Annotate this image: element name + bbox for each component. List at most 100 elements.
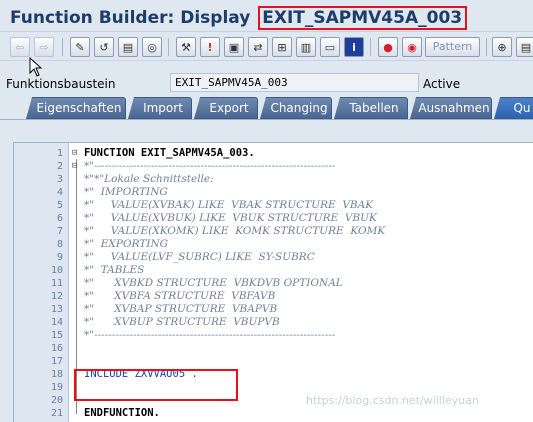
code-text[interactable]: *" TABLES <box>84 264 144 277</box>
check-icon: ⚒ <box>181 40 191 54</box>
function-module-field[interactable]: EXIT_SAPMV45A_003 <box>170 73 419 92</box>
code-line: 10 *" TABLES <box>14 264 533 277</box>
breakpoint-external-icon: ◉ <box>407 40 417 54</box>
test-icon: ▣ <box>228 40 240 54</box>
code-line: 11 *" XVBKD STRUCTURE VBKDVB OPTIONAL <box>14 277 533 290</box>
line-number: 9 <box>56 252 63 263</box>
test-button[interactable]: ▣ <box>224 37 244 57</box>
where-used-list-button[interactable]: ⇄ <box>248 37 268 57</box>
active-inactive-icon: ↺ <box>99 40 109 54</box>
function-module-label: Funktionsbaustein <box>6 77 116 91</box>
line-number: 18 <box>50 369 63 380</box>
tab-eigenschaften[interactable]: Eigenschaften <box>26 97 126 119</box>
tab-export[interactable]: Export <box>194 97 258 119</box>
code-text[interactable]: FUNCTION EXIT_SAPMV45A_003. <box>84 147 255 160</box>
line-number: 16 <box>50 343 63 354</box>
code-line: 4 *" IMPORTING <box>14 186 533 199</box>
display-change-button[interactable]: ✎ <box>70 37 90 57</box>
code-text[interactable]: *" XVBUP STRUCTURE VBUPVB <box>84 316 280 329</box>
line-number: 21 <box>50 408 63 419</box>
line-number: 20 <box>50 395 63 406</box>
code-text[interactable]: *"--------------------------------------… <box>84 329 335 342</box>
more-icon: ⊕ <box>497 40 507 54</box>
line-number: 15 <box>50 330 63 341</box>
code-line: 7 *" VALUE(XKOMK) LIKE KOMK STRUCTURE KOM… <box>14 225 533 238</box>
include-highlight <box>74 369 238 401</box>
code-text[interactable]: *"*"Lokale Schnittstelle: <box>84 173 214 186</box>
hierarchy-icon: ⊞ <box>277 40 287 54</box>
object-list-icon: ▤ <box>122 40 134 54</box>
code-text[interactable]: *" XVBAP STRUCTURE VBAPVB <box>84 303 277 316</box>
code-text[interactable]: *" VALUE(LVF_SUBRC) LIKE SY-SUBRC <box>84 251 315 264</box>
title-prefix: Function Builder: Display <box>10 8 251 28</box>
code-text[interactable]: *" VALUE(XVBAK) LIKE VBAK STRUCTURE VBAK <box>84 199 373 212</box>
code-line: 5 *" VALUE(XVBAK) LIKE VBAK STRUCTURE VBA… <box>14 199 533 212</box>
breakpoint-external-button[interactable]: ◉ <box>402 37 422 57</box>
title-bar: Function Builder: Display EXIT_SAPMV45A_… <box>0 0 533 30</box>
active-inactive-button[interactable]: ↺ <box>94 37 114 57</box>
editor-frame: 1 ⊟ FUNCTION EXIT_SAPMV45A_003. 2 ⊟ *"-------… <box>0 119 533 422</box>
code-text[interactable]: ENDFUNCTION. <box>84 407 160 420</box>
code-text[interactable]: *" IMPORTING <box>84 186 168 199</box>
breakpoint-icon: ● <box>383 40 393 54</box>
print-button[interactable]: ▥ <box>296 37 316 57</box>
line-number: 12 <box>50 291 63 302</box>
line-number: 4 <box>56 187 63 198</box>
status-text: Active <box>423 77 461 91</box>
pattern-button[interactable]: Pattern <box>425 37 480 57</box>
activate-button[interactable]: ! <box>200 37 220 57</box>
line-number: 11 <box>50 278 63 289</box>
more-button[interactable]: ⊕ <box>492 37 512 57</box>
code-text[interactable]: *" XVBFA STRUCTURE VBFAVB <box>84 290 275 303</box>
fold-marker-icon[interactable]: ⊟ <box>72 160 80 173</box>
code-text[interactable]: *" VALUE(XKOMK) LIKE KOMK STRUCTURE KOMK <box>84 225 385 238</box>
check-button[interactable]: ⚒ <box>176 37 196 57</box>
line-number: 6 <box>56 213 63 224</box>
code-text[interactable]: *" XVBKD STRUCTURE VBKDVB OPTIONAL <box>84 277 343 290</box>
display-object-icon: ▭ <box>324 40 336 54</box>
code-text[interactable]: *"--------------------------------------… <box>84 160 335 173</box>
code-text[interactable]: *" EXPORTING <box>84 238 168 251</box>
display-object-button[interactable]: ▭ <box>320 37 340 57</box>
application-toolbar: ⇦ ⇨ ✎ ↺ ▤ ◎ ⚒! ▣ ⇄ ⊞ ▥ ▭ i ● ◉ ⊕ ▤ Pattern <box>0 31 533 61</box>
breakpoint-button[interactable]: ● <box>378 37 398 57</box>
window-title: Function Builder: Display EXIT_SAPMV45A_… <box>10 6 468 30</box>
toolbar-separator <box>62 38 63 56</box>
code-line: 12 *" XVBFA STRUCTURE VBFAVB <box>14 290 533 303</box>
where-used-button[interactable]: ◎ <box>142 37 162 57</box>
tab-qu[interactable]: Qu <box>494 97 533 119</box>
tab-import[interactable]: Import <box>128 97 192 119</box>
tab-ausnahmen[interactable]: Ausnahmen <box>410 97 492 119</box>
more-2-button[interactable]: ▤ <box>516 37 533 57</box>
code-line: 15 *"------------------------------------… <box>14 329 533 342</box>
line-number: 8 <box>56 239 63 250</box>
info-icon: i <box>352 40 356 54</box>
title-function-name: EXIT_SAPMV45A_003 <box>262 8 463 28</box>
back-arrow-button[interactable]: ⇦ <box>10 37 30 57</box>
tab-changing[interactable]: Changing <box>260 97 332 119</box>
hierarchy-button[interactable]: ⊞ <box>272 37 292 57</box>
toolbar-separator <box>486 38 487 56</box>
line-number: 13 <box>50 304 63 315</box>
fold-marker-icon[interactable]: ⊟ <box>72 147 80 160</box>
tab-strip: Eigenschaften Import Export Changing Tabelle… <box>0 97 533 119</box>
display-change-icon: ✎ <box>75 40 85 54</box>
line-number: 3 <box>56 174 63 185</box>
line-number: 17 <box>50 356 63 367</box>
line-number: 14 <box>50 317 63 328</box>
code-line: 6 *" VALUE(XVBUK) LIKE VBUK STRUCTURE VBU… <box>14 212 533 225</box>
print-icon: ▥ <box>300 40 312 54</box>
code-text[interactable]: *" VALUE(XVBUK) LIKE VBUK STRUCTURE VBUK <box>84 212 377 225</box>
code-line: 14 *" XVBUP STRUCTURE VBUPVB <box>14 316 533 329</box>
abap-editor[interactable]: 1 ⊟ FUNCTION EXIT_SAPMV45A_003. 2 ⊟ *"-------… <box>13 142 533 422</box>
tab-tabellen[interactable]: Tabellen <box>334 97 408 119</box>
line-number: 2 <box>56 161 63 172</box>
code-line: 2 ⊟ *"------------------------------------… <box>14 160 533 173</box>
code-line: 3 *"*"Lokale Schnittstelle: <box>14 173 533 186</box>
object-list-button[interactable]: ▤ <box>118 37 138 57</box>
info-button[interactable]: i <box>344 37 364 57</box>
line-number: 10 <box>50 265 63 276</box>
forward-arrow-button[interactable]: ⇨ <box>34 37 54 57</box>
where-used-icon: ◎ <box>147 40 157 54</box>
toolbar-separator <box>168 38 169 56</box>
